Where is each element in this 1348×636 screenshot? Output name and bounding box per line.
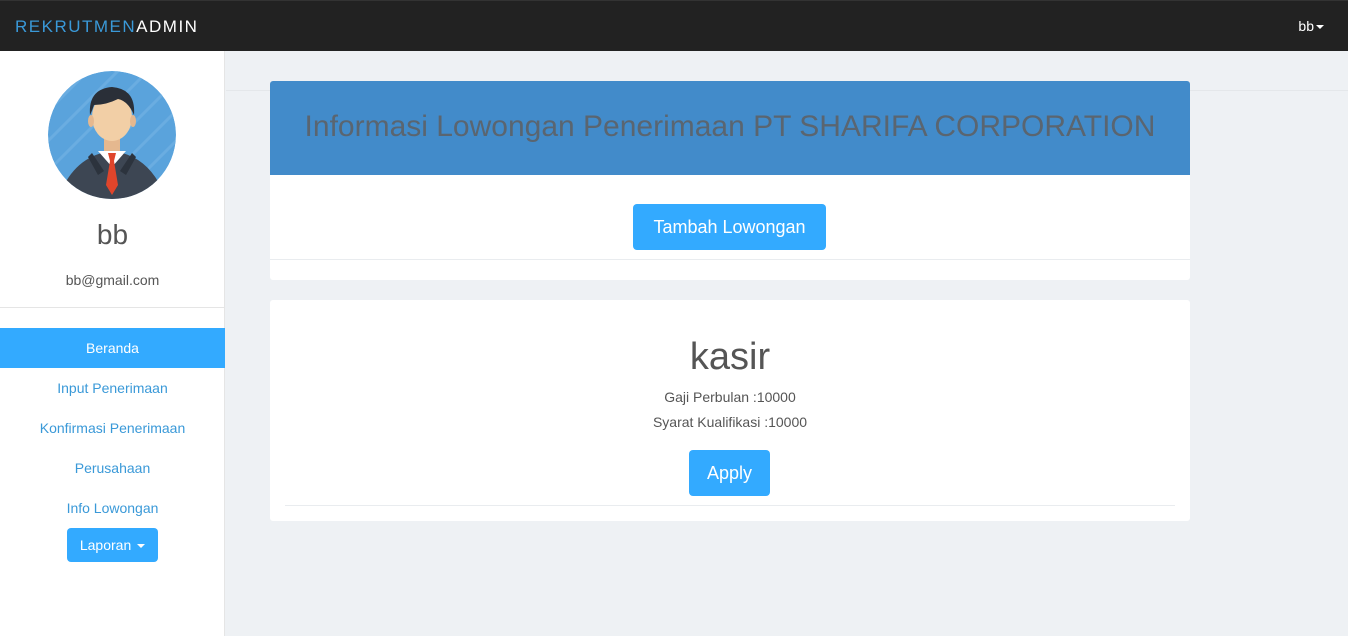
page-title: Informasi Lowongan Penerimaan PT SHARIFA… [304,110,1156,143]
user-avatar-icon [48,71,176,199]
brand-logo[interactable]: REKRUTMENADMIN [15,17,198,37]
sidebar-item-beranda[interactable]: Beranda [0,328,225,368]
brand-text-secondary: ADMIN [136,17,199,36]
job-title: kasir [689,336,771,378]
card-divider [285,505,1175,506]
sidebar-item-input-penerimaan[interactable]: Input Penerimaan [0,368,225,408]
sidebar-item-perusahaan[interactable]: Perusahaan [0,448,225,488]
add-vacancy-button[interactable]: Tambah Lowongan [633,204,826,250]
panel-divider [270,259,1190,260]
profile-name: bb [96,219,129,250]
job-salary: Gaji Perbulan :10000 [664,389,796,405]
sidebar-item-konfirmasi-penerimaan[interactable]: Konfirmasi Penerimaan [0,408,225,448]
vacancy-info-panel: Informasi Lowongan Penerimaan PT SHARIFA… [270,81,1190,280]
brand-text-primary: REKRUTMEN [15,17,137,36]
job-requirements: Syarat Kualifikasi :10000 [652,414,808,430]
panel-header: Informasi Lowongan Penerimaan PT SHARIFA… [270,81,1190,175]
sidebar-item-info-lowongan[interactable]: Info Lowongan [0,488,225,528]
caret-down-icon [137,544,146,549]
laporan-label: Laporan [79,537,132,553]
avatar [48,71,176,199]
caret-down-icon [1316,25,1324,30]
sidebar-nav: Beranda Input Penerimaan Konfirmasi Pene… [0,328,225,528]
top-navbar: REKRUTMENADMIN bb [0,0,1348,51]
user-menu-label: bb [1298,18,1314,34]
apply-button[interactable]: Apply [689,450,770,496]
sidebar-divider [0,307,225,308]
user-menu-dropdown[interactable]: bb [1298,18,1324,34]
laporan-dropdown-button[interactable]: Laporan [67,528,158,562]
profile-email: bb@gmail.com [65,272,160,288]
sidebar: bb bb@gmail.com Beranda Input Penerimaan… [0,51,225,636]
job-card: kasir Gaji Perbulan :10000 Syarat Kualif… [270,300,1190,521]
